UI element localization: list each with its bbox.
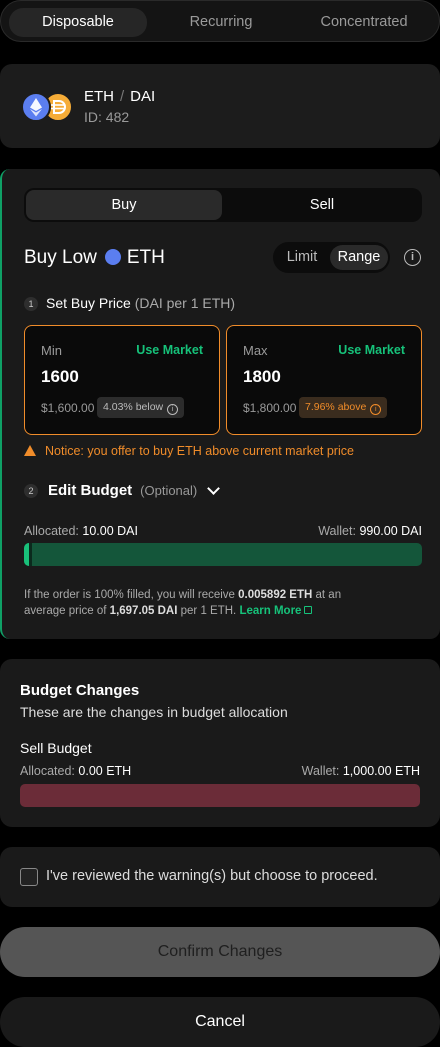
sell-wallet: Wallet: 1,000.00 ETH xyxy=(302,764,420,778)
budget-changes-subtitle: These are the changes in budget allocati… xyxy=(20,704,288,720)
step-1-label: Set Buy Price xyxy=(46,295,131,311)
strategy-tabs: Disposable Recurring Concentrated xyxy=(0,0,440,42)
order-title-token: ETH xyxy=(126,247,165,268)
step-2-optional: (Optional) xyxy=(140,483,198,498)
warning-acknowledge-label[interactable]: I've reviewed the warning(s) but choose … xyxy=(46,868,378,884)
eth-token-icon xyxy=(21,92,51,122)
buy-allocated-label: Allocated: xyxy=(24,524,79,538)
buy-budget-row: Allocated: 10.00 DAI Wallet: 990.00 DAI xyxy=(24,524,422,538)
sell-allocated-label: Allocated: xyxy=(20,764,75,778)
tab-concentrated[interactable]: Concentrated xyxy=(293,8,435,37)
sell-budget-row: Allocated: 0.00 ETH Wallet: 1,000.00 ETH xyxy=(20,764,420,778)
min-use-market-button[interactable]: Use Market xyxy=(136,343,203,357)
buy-order-section: Buy Sell Buy Low ETH Limit Range i 1 Set … xyxy=(0,169,440,639)
step-1-title: Set Buy Price (DAI per 1 ETH) xyxy=(46,295,235,311)
buy-wallet: Wallet: 990.00 DAI xyxy=(318,524,422,538)
confirm-changes-button[interactable]: Confirm Changes xyxy=(0,927,440,977)
min-usd-value: $1,600.00 xyxy=(41,401,95,415)
pair-separator: / xyxy=(120,88,125,105)
buy-toggle-button[interactable]: Buy xyxy=(26,190,222,220)
step-2-number: 2 xyxy=(24,484,38,498)
min-badge-info-icon: i xyxy=(167,404,179,415)
max-market-diff-badge: 7.96% above i xyxy=(299,397,388,418)
max-label: Max xyxy=(243,343,268,358)
buy-wallet-label: Wallet: xyxy=(318,524,356,538)
info-icon[interactable]: i xyxy=(404,249,421,266)
fill-text-1: If the order is 100% filled, you will re… xyxy=(24,589,235,601)
fill-text-3: per 1 ETH. xyxy=(180,605,237,617)
sell-allocated-value: 0.00 ETH xyxy=(78,764,132,778)
max-use-market-button[interactable]: Use Market xyxy=(338,343,405,357)
learn-more-label: Learn More xyxy=(239,605,302,617)
sell-wallet-value: 1,000.00 ETH xyxy=(342,764,420,778)
fill-summary: If the order is 100% filled, you will re… xyxy=(24,587,384,619)
max-badge-info-icon: i xyxy=(370,404,382,415)
sell-budget-bar xyxy=(20,784,420,807)
cancel-button[interactable]: Cancel xyxy=(0,997,440,1047)
max-price-input[interactable]: 1800 xyxy=(243,367,281,387)
step-2-title[interactable]: Edit Budget (Optional) xyxy=(48,482,197,499)
pair-quote: DAI xyxy=(130,88,156,105)
warning-acknowledge-checkbox[interactable] xyxy=(20,868,38,886)
fill-price: 1,697.05 DAI xyxy=(109,605,178,617)
buy-sell-toggle: Buy Sell xyxy=(24,188,422,222)
sell-toggle-button[interactable]: Sell xyxy=(224,190,420,220)
max-price-box[interactable]: Max Use Market 1800 $1,800.00 7.96% abov… xyxy=(226,325,422,435)
pair-name: ETH / DAI xyxy=(84,88,155,105)
limit-button[interactable]: Limit xyxy=(277,245,327,270)
min-label: Min xyxy=(41,343,62,358)
sell-wallet-label: Wallet: xyxy=(301,764,340,778)
pair-base: ETH xyxy=(84,88,114,105)
notice-text: Notice: you offer to buy ETH above curre… xyxy=(45,444,354,458)
budget-changes-title: Budget Changes xyxy=(20,682,140,699)
warning-icon xyxy=(24,445,36,456)
chevron-down-icon[interactable] xyxy=(207,482,220,495)
min-badge-text: 4.03% below xyxy=(103,401,164,413)
max-badge-text: 7.96% above xyxy=(305,401,367,413)
buy-budget-slider[interactable] xyxy=(24,543,422,566)
min-price-input[interactable]: 1600 xyxy=(41,367,79,387)
step-1-number: 1 xyxy=(24,297,38,311)
tab-disposable[interactable]: Disposable xyxy=(9,8,147,37)
step-1-subtitle: (DAI per 1 ETH) xyxy=(134,295,236,311)
pair-card: ETH / DAI ID: 482 xyxy=(0,64,440,148)
tab-recurring[interactable]: Recurring xyxy=(151,8,291,37)
budget-changes-card: Budget Changes These are the changes in … xyxy=(0,659,440,827)
fill-amount: 0.005892 ETH xyxy=(238,589,313,601)
sell-budget-title: Sell Budget xyxy=(20,740,92,756)
warning-acknowledge-card: I've reviewed the warning(s) but choose … xyxy=(0,847,440,907)
buy-allocated-value: 10.00 DAI xyxy=(82,524,138,538)
range-button[interactable]: Range xyxy=(330,245,388,270)
buy-wallet-value: 990.00 DAI xyxy=(359,524,422,538)
learn-more-link[interactable]: Learn More xyxy=(239,605,313,617)
pair-id: ID: 482 xyxy=(84,109,130,125)
min-market-diff-badge: 4.03% below i xyxy=(97,397,185,418)
order-title-prefix: Buy Low xyxy=(24,247,97,268)
price-notice: Notice: you offer to buy ETH above curre… xyxy=(24,444,354,458)
eth-icon xyxy=(104,249,121,265)
order-title: Buy Low ETH xyxy=(24,247,165,269)
max-usd-value: $1,800.00 xyxy=(243,401,297,415)
min-price-box[interactable]: Min Use Market 1600 $1,600.00 4.03% belo… xyxy=(24,325,220,435)
buy-budget-slider-handle[interactable] xyxy=(29,543,32,566)
limit-range-toggle: Limit Range xyxy=(273,242,390,273)
step-2-label: Edit Budget xyxy=(48,482,133,499)
external-link-icon xyxy=(304,606,313,614)
